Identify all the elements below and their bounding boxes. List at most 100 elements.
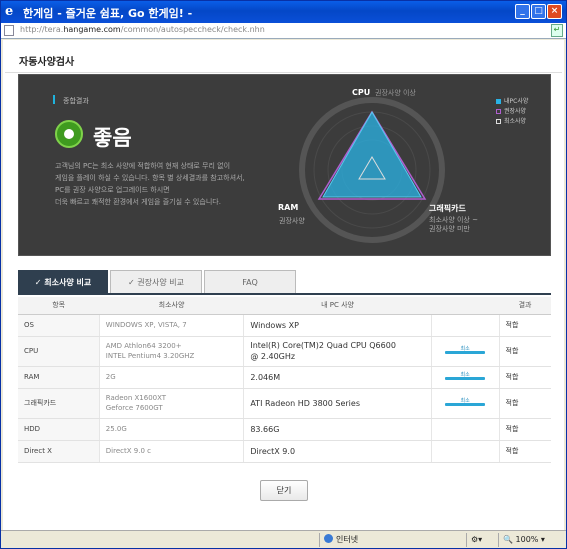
cell-min: 25.0G bbox=[98, 418, 244, 441]
col-item: 항목 bbox=[18, 297, 100, 315]
browser-window: e 한게임 - 즐거운 쉼표, Go 한게임! - _ □ × http://t… bbox=[0, 0, 567, 549]
divider bbox=[5, 72, 562, 73]
cell-result: 적합 bbox=[498, 418, 551, 441]
page-content: 자동사양검사 종합결과 좋음 고객님의 PC는 최소 사양에 적합하여 현재 상… bbox=[3, 40, 564, 530]
cell-mine: Windows XP bbox=[243, 314, 432, 337]
close-window-button[interactable]: × bbox=[547, 4, 562, 19]
cell-item: HDD bbox=[18, 418, 100, 441]
table-row: CPU AMD Athlon64 3200+ INTEL Pentium4 3.2… bbox=[18, 336, 551, 367]
security-icon[interactable]: ⚙▾ bbox=[466, 533, 496, 547]
radar-gpu-label: 그래픽카드 bbox=[429, 204, 466, 213]
col-min: 최소사양 bbox=[99, 297, 244, 315]
cell-mine: Intel(R) Core(TM)2 Quad CPU Q6600 @ 2.40… bbox=[243, 336, 432, 367]
cell-bar bbox=[430, 314, 500, 337]
status-bar: 인터넷 ⚙▾ 🔍 100% ▾ bbox=[1, 530, 566, 548]
zone-indicator: 인터넷 bbox=[319, 533, 439, 547]
zoom-level[interactable]: 🔍 100% ▾ bbox=[498, 533, 564, 547]
globe-icon bbox=[324, 534, 333, 543]
table-header-row: 항목 최소사양 내 PC 사양 결과 bbox=[18, 297, 551, 315]
gpu-sub-line: 최소사양 이상 ~ bbox=[429, 216, 478, 224]
col-result: 결과 bbox=[499, 297, 551, 315]
title-bar: e 한게임 - 즐거운 쉼표, Go 한게임! - _ □ × bbox=[1, 1, 566, 23]
col-mine: 내 PC 사양 bbox=[243, 297, 432, 315]
address-bar[interactable]: http://tera.hangame.com/common/autospecc… bbox=[1, 23, 566, 39]
go-icon[interactable]: ↵ bbox=[551, 24, 563, 37]
min-bar: 최소 bbox=[445, 397, 486, 407]
radar-gpu-sub: 최소사양 이상 ~ 권장사양 미만 bbox=[429, 216, 504, 234]
cell-item: RAM bbox=[18, 366, 100, 389]
table-body: OS WINDOWS XP, VISTA, 7 Windows XP 적합 CPU AMD… bbox=[18, 314, 551, 463]
cell-item: Direct X bbox=[18, 440, 100, 463]
desc-line: 게임을 플레이 하실 수 있습니다. 항목 별 상세결과를 참고하셔서, bbox=[55, 174, 245, 182]
min-bar-fill bbox=[445, 351, 486, 354]
cell-mine: 83.66G bbox=[243, 418, 432, 441]
legend-item: 권장사양 bbox=[496, 107, 528, 117]
cell-result: 적합 bbox=[498, 336, 551, 367]
radar-my-pc bbox=[322, 110, 422, 198]
table-row: RAM 2G 2.046M 최소 적합 bbox=[18, 366, 551, 389]
table-row: HDD 25.0G 83.66G 적합 bbox=[18, 418, 551, 441]
legend-swatch bbox=[496, 99, 501, 104]
summary-panel: 종합결과 좋음 고객님의 PC는 최소 사양에 적합하여 현재 상태로 무리 없… bbox=[18, 74, 551, 256]
window-title: 한게임 - 즐거운 쉼표, Go 한게임! - bbox=[23, 7, 193, 20]
cell-result: 적합 bbox=[498, 314, 551, 337]
close-button[interactable]: 닫기 bbox=[260, 480, 308, 501]
desc-line: PC를 권장 사양으로 업그레이드 하시면 bbox=[55, 186, 170, 194]
summary-label: 종합결과 bbox=[63, 97, 89, 105]
minimize-button[interactable]: _ bbox=[515, 4, 530, 19]
gpu-sub-line: 권장사양 미만 bbox=[429, 225, 470, 233]
cell-bar bbox=[430, 418, 500, 441]
radar-cpu-sub: 권장사양 이상 bbox=[375, 89, 416, 97]
cell-result: 적합 bbox=[498, 366, 551, 389]
cell-item: CPU bbox=[18, 336, 100, 367]
min-bar-fill bbox=[445, 377, 486, 380]
desc-line: 고객님의 PC는 최소 사양에 적합하여 현재 상태로 무리 없이 bbox=[55, 162, 231, 170]
tab-minimum-spec[interactable]: ✓ 최소사양 비교 bbox=[18, 270, 108, 294]
col-bar bbox=[431, 297, 500, 315]
spec-table: 항목 최소사양 내 PC 사양 결과 OS WINDOWS XP, VISTA, … bbox=[18, 297, 551, 463]
cell-min: Radeon X1600XT Geforce 7600GT bbox=[98, 388, 244, 419]
url-text[interactable]: http://tera.hangame.com/common/autospecc… bbox=[20, 25, 265, 34]
desc-line: 더욱 빠르고 쾌적한 환경에서 게임을 즐기실 수 있습니다. bbox=[55, 198, 221, 206]
tab-faq[interactable]: FAQ bbox=[204, 270, 296, 294]
tab-underline bbox=[18, 293, 551, 295]
comparison-tabs: ✓ 최소사양 비교 ✓ 권장사양 비교 FAQ bbox=[18, 270, 551, 294]
good-status-icon bbox=[55, 120, 83, 148]
legend-swatch bbox=[496, 119, 501, 124]
table-row: OS WINDOWS XP, VISTA, 7 Windows XP 적합 bbox=[18, 314, 551, 337]
radar-cpu-label: CPU bbox=[352, 88, 371, 97]
cell-mine: DirectX 9.0 bbox=[243, 440, 432, 463]
summary-result: 좋음 bbox=[93, 126, 132, 150]
summary-marker bbox=[53, 95, 55, 104]
page-title: 자동사양검사 bbox=[19, 57, 75, 68]
summary-description: 고객님의 PC는 최소 사양에 적합하여 현재 상태로 무리 없이 게임을 플레… bbox=[55, 160, 250, 208]
ie-icon: e bbox=[5, 4, 14, 19]
page-icon bbox=[4, 25, 14, 36]
min-bar: 최소 bbox=[445, 345, 486, 355]
cell-bar bbox=[430, 440, 500, 463]
cell-min: AMD Athlon64 3200+ INTEL Pentium4 3.20GH… bbox=[98, 336, 244, 367]
tab-recommended-spec[interactable]: ✓ 권장사양 비교 bbox=[110, 270, 202, 294]
table-row: 그래픽카드 Radeon X1600XT Geforce 7600GT ATI Ra… bbox=[18, 388, 551, 419]
min-bar: 최소 bbox=[445, 371, 486, 381]
legend-swatch bbox=[496, 109, 501, 114]
cell-min: DirectX 9.0 c bbox=[98, 440, 244, 463]
cell-min: WINDOWS XP, VISTA, 7 bbox=[98, 314, 244, 337]
cell-item: 그래픽카드 bbox=[18, 388, 100, 419]
maximize-button[interactable]: □ bbox=[531, 4, 546, 19]
cell-result: 적합 bbox=[498, 440, 551, 463]
cell-bar: 최소 bbox=[430, 388, 500, 419]
cell-item: OS bbox=[18, 314, 100, 337]
table-row: Direct X DirectX 9.0 c DirectX 9.0 적합 bbox=[18, 440, 551, 463]
radar-ram-sub: 권장사양 bbox=[279, 217, 305, 225]
legend-item: 내PC사양 bbox=[496, 97, 528, 107]
cell-bar: 최소 bbox=[430, 366, 500, 389]
min-bar-fill bbox=[445, 403, 486, 406]
cell-min: 2G bbox=[98, 366, 244, 389]
cell-bar: 최소 bbox=[430, 336, 500, 367]
radar-legend: 내PC사양 권장사양 최소사양 bbox=[496, 97, 528, 127]
radar-ram-label: RAM bbox=[278, 203, 299, 212]
legend-item: 최소사양 bbox=[496, 117, 528, 127]
cell-mine: 2.046M bbox=[243, 366, 432, 389]
cell-mine: ATI Radeon HD 3800 Series bbox=[243, 388, 432, 419]
